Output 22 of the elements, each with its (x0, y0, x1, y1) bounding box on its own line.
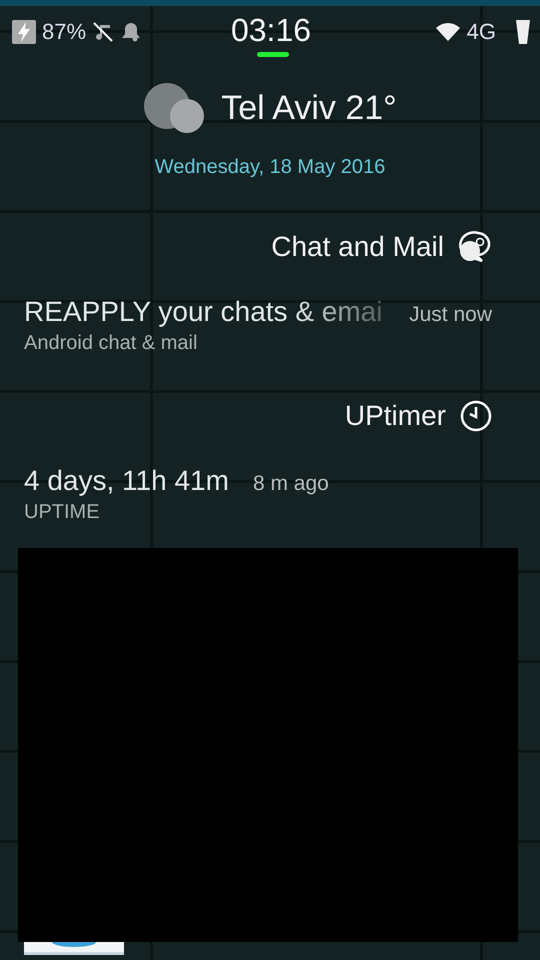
cloud-icon (143, 82, 206, 134)
charging-icon (12, 20, 36, 44)
time-indicator (256, 52, 289, 56)
clock-time: 03:16 (230, 12, 312, 52)
widget-title[interactable]: UPtimer (344, 400, 446, 432)
item-title[interactable]: 4 days, 11h 41m (24, 465, 229, 497)
item-time: 8 m ago (252, 472, 329, 496)
clock-icon (460, 400, 492, 432)
battery-percent: 87% (42, 19, 86, 45)
item-subtitle: Android chat & mail (24, 332, 198, 355)
chat-bubbles-icon (458, 231, 492, 263)
network-type: 4G (466, 19, 496, 45)
widget-title[interactable]: Chat and Mail (271, 231, 444, 263)
battery-icon (516, 20, 530, 44)
weather-headline: Tel Aviv 21° (221, 88, 397, 128)
item-time: Just now (409, 303, 492, 327)
muted-music-icon (92, 21, 114, 43)
wifi-icon (434, 22, 461, 42)
bell-icon (120, 21, 142, 43)
item-subtitle: UPTIME (24, 501, 101, 524)
item-title[interactable]: REAPPLY your chats & emai (24, 296, 382, 328)
date-label: Wednesday, 18 May 2016 (154, 156, 386, 179)
